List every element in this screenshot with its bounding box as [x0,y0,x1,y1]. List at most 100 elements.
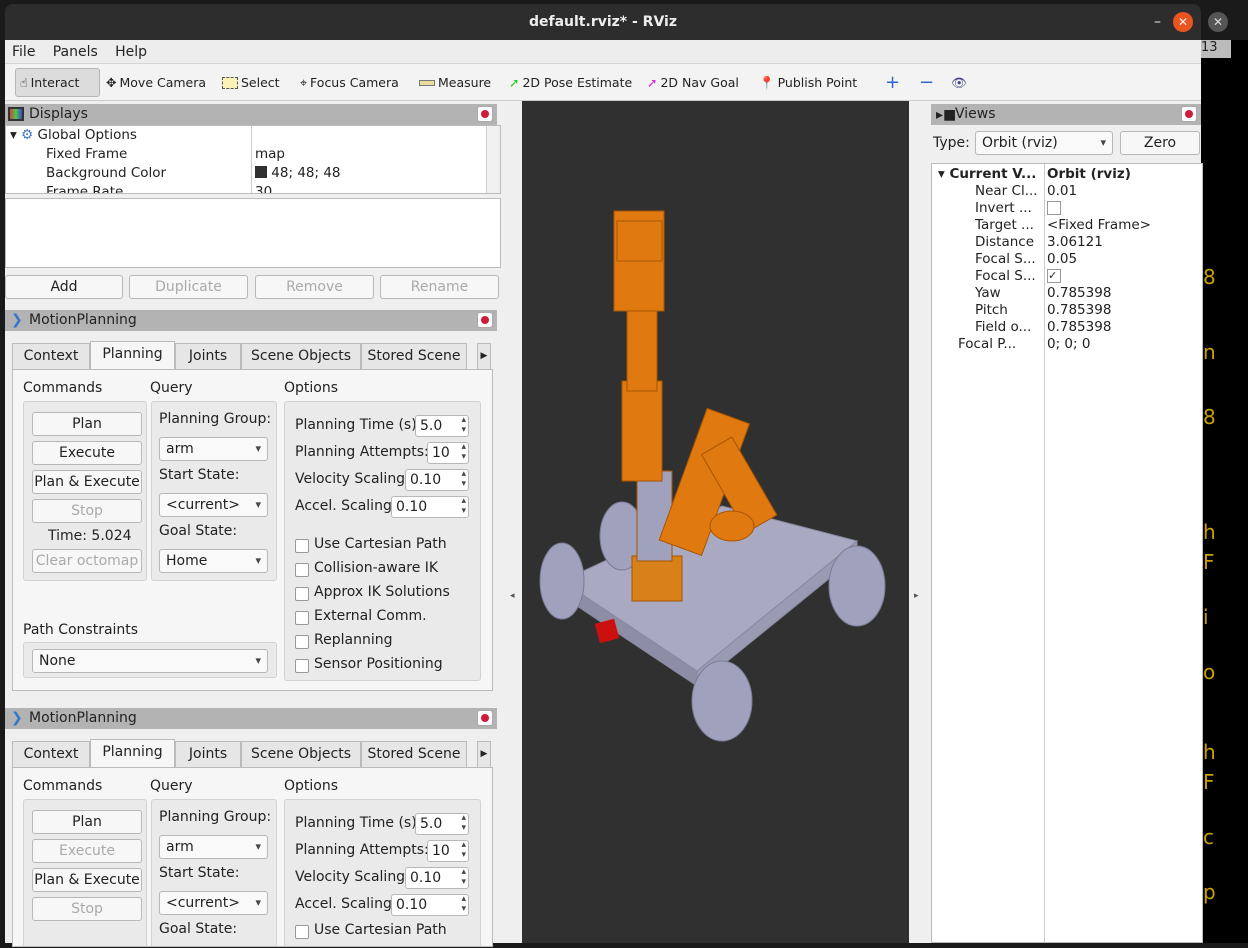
tool-move-camera[interactable]: ✥ Move Camera [102,68,210,97]
collapse-right-handle[interactable]: ▸ [914,591,919,601]
green-arrow-icon: ➚ [509,75,520,90]
view-property-value[interactable]: ✓ [1047,269,1061,283]
add-tool-icon[interactable]: + [881,68,904,97]
cartesian-path-checkbox[interactable]: Use Cartesian Path [295,922,447,939]
rename-button[interactable]: Rename [380,275,499,299]
query-label: Query [150,380,193,396]
collapse-left-handle[interactable]: ◂ [510,591,515,601]
planning-tab-content: Commands Query Options Plan Execute Plan… [12,767,493,947]
planning-attempts-spinbox[interactable]: 10 [427,840,469,862]
tool-measure[interactable]: Measure [415,68,495,97]
planning-group-label: Planning Group: [159,411,272,427]
tool-2d-nav-goal[interactable]: ➚ 2D Nav Goal [643,68,743,97]
commands-group: Plan Execute Plan & Execute Stop Time: 5… [23,401,147,581]
menu-file[interactable]: File [12,44,35,60]
global-options-row[interactable]: ▾ ⚙ Global Options [10,126,137,145]
start-state-select[interactable]: <current> [159,493,268,517]
planning-attempts-spinbox[interactable]: 10 [427,442,469,464]
tool-publish-point[interactable]: 📍 Publish Point [755,68,861,97]
terminal-text: o [1203,660,1216,684]
plan-execute-button[interactable]: Plan & Execute [32,868,142,892]
close-displays-button[interactable] [477,106,493,122]
terminal-text: c [1203,825,1214,849]
add-button[interactable]: Add [5,275,123,299]
terminal-text: 8 [1203,405,1216,429]
planning-time-spinbox[interactable]: 5.0 [415,813,469,835]
menu-panels[interactable]: Panels [53,44,98,60]
goal-state-select[interactable]: Home [159,549,268,573]
tool-interact[interactable]: ☝ Interact [15,68,100,97]
planning-time-label: Time: 5.024 [48,528,132,544]
eye-icon[interactable]: 👁 [947,68,971,97]
tab-planning[interactable]: Planning [90,739,175,767]
minimize-button[interactable]: – [1154,4,1161,40]
scrollbar[interactable] [486,126,500,193]
property-value[interactable]: 30 [255,183,272,193]
start-state-select[interactable]: <current> [159,891,268,915]
stop-button[interactable]: Stop [32,499,142,523]
velocity-scaling-spinbox[interactable]: 0.10 [405,867,469,889]
tab-scroll-right[interactable]: ▶ [477,741,491,767]
view-property-value[interactable]: 0; 0; 0 [1047,335,1090,354]
plan-execute-button[interactable]: Plan & Execute [32,470,142,494]
view-type-select[interactable]: Orbit (rviz) [975,131,1113,155]
menu-help[interactable]: Help [115,44,147,60]
tab-stored-scenes[interactable]: Stored Scene [361,343,467,369]
option-label: Accel. Scaling: [295,896,397,912]
planning-group-select[interactable]: arm [159,437,268,461]
close-panel-button[interactable] [477,312,493,328]
tab-scene-objects[interactable]: Scene Objects [241,741,361,767]
zero-button[interactable]: Zero [1120,131,1200,155]
view-property-value[interactable]: 0.01 [1047,182,1077,201]
tool-2d-pose-estimate[interactable]: ➚ 2D Pose Estimate [505,68,636,97]
displays-header: Displays [5,104,497,125]
view-property-value[interactable] [1047,201,1061,215]
tab-stored-scenes[interactable]: Stored Scene [361,741,467,767]
terminal-text: F [1203,770,1215,794]
3d-viewport[interactable] [522,101,909,943]
property-value[interactable]: 48; 48; 48 [255,164,341,183]
plan-button[interactable]: Plan [32,810,142,834]
sensor-positioning-checkbox[interactable]: Sensor Positioning [295,656,443,673]
stop-button[interactable]: Stop [32,897,142,921]
planning-group-select[interactable]: arm [159,835,268,859]
accel-scaling-spinbox[interactable]: 0.10 [391,496,469,518]
property-value[interactable]: map [255,145,285,164]
tab-context[interactable]: Context [12,343,90,369]
bg-close-icon: ✕ [1208,12,1228,32]
tab-joints[interactable]: Joints [175,343,241,369]
tab-scroll-right[interactable]: ▶ [477,343,491,369]
view-property-value[interactable]: 0.05 [1047,250,1077,269]
remove-button[interactable]: Remove [255,275,374,299]
close-views-button[interactable] [1181,106,1197,122]
remove-tool-icon[interactable]: − [915,68,938,97]
duplicate-button[interactable]: Duplicate [129,275,248,299]
tool-focus-camera[interactable]: ⌖ Focus Camera [296,68,403,97]
execute-button[interactable]: Execute [32,441,142,465]
tab-context[interactable]: Context [12,741,90,767]
velocity-scaling-spinbox[interactable]: 0.10 [405,469,469,491]
path-constraints-select[interactable]: None [32,649,268,673]
planning-time-spinbox[interactable]: 5.0 [415,415,469,437]
options-label: Options [284,380,339,396]
replanning-checkbox[interactable]: Replanning [295,632,392,649]
close-panel-button[interactable] [477,710,493,726]
cartesian-path-checkbox[interactable]: Use Cartesian Path [295,536,447,553]
plan-button[interactable]: Plan [32,412,142,436]
view-property-name: Focal P... [958,336,1017,352]
commands-label: Commands [23,778,103,794]
tool-select[interactable]: Select [218,68,284,97]
external-comm-checkbox[interactable]: External Comm. [295,608,427,625]
collision-aware-ik-checkbox[interactable]: Collision-aware IK [295,560,438,577]
approx-ik-checkbox[interactable]: Approx IK Solutions [295,584,450,601]
tab-scene-objects[interactable]: Scene Objects [241,343,361,369]
close-button[interactable]: ✕ [1173,12,1193,32]
execute-button[interactable]: Execute [32,839,142,863]
clear-octomap-button[interactable]: Clear octomap [32,549,142,573]
tab-planning[interactable]: Planning [90,341,175,369]
accel-scaling-spinbox[interactable]: 0.10 [391,894,469,916]
color-swatch [255,166,267,178]
displays-tree: ▾ ⚙ Global Options Fixed Frame map Backg… [5,125,501,194]
display-description [5,198,501,268]
tab-joints[interactable]: Joints [175,741,241,767]
